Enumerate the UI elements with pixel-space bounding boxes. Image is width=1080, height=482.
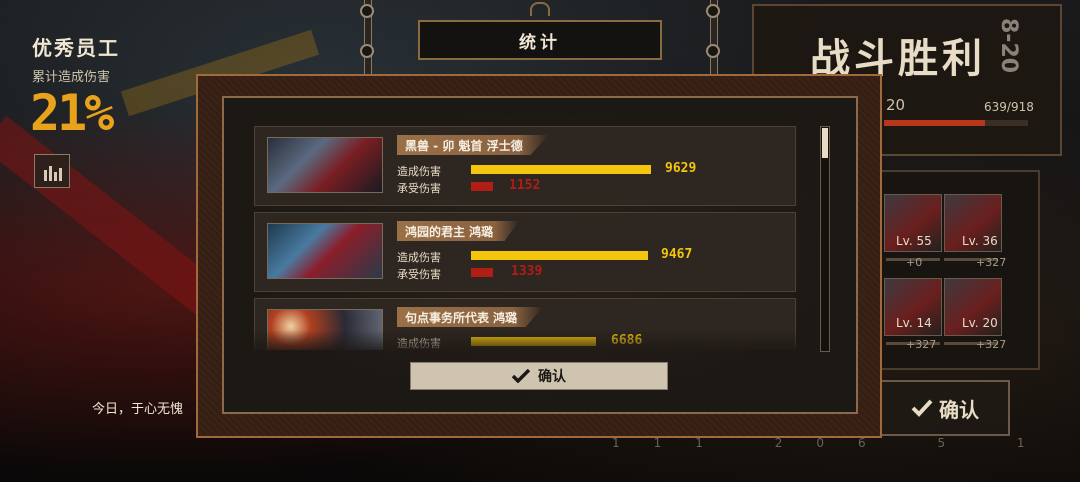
character-name: 黑兽 - 卯 魁首 浮士德: [397, 135, 549, 155]
checkmark-icon: [512, 369, 530, 383]
character-name: 句点事务所代表 鸿璐: [397, 307, 544, 327]
damage-dealt-bar: [471, 165, 651, 174]
scrollbar-thumb[interactable]: [822, 128, 828, 158]
party-member-level: Lv. 14: [896, 316, 932, 330]
employee-subtitle: 累计造成伤害: [32, 70, 111, 85]
dealt-label: 造成伤害: [397, 165, 441, 178]
character-portrait: [267, 137, 383, 193]
dealt-label: 造成伤害: [397, 251, 441, 264]
bar-chart-icon: [44, 166, 62, 181]
stage-number: 8-20: [996, 18, 1021, 74]
player-exp-fill: [884, 120, 985, 126]
damage-dealt-fill: [471, 165, 651, 174]
stats-entry: 鸿园的君主 鸿璐 造成伤害 承受伤害 9467 1339: [254, 212, 796, 292]
damage-dealt-fill: [471, 251, 648, 260]
bottom-stats: 111 206 5 1: [612, 436, 1059, 450]
pole-ring: [706, 4, 720, 18]
party-exp-gain: +327: [976, 256, 1007, 269]
victory-confirm-button[interactable]: 确认: [880, 380, 1010, 436]
party-member-level: Lv. 55: [896, 234, 932, 248]
damage-taken-bar: [471, 182, 493, 191]
pole-ring: [360, 44, 374, 58]
damage-taken-fill: [471, 268, 493, 277]
party-exp-gain: +327: [906, 338, 937, 351]
victory-confirm-label: 确认: [939, 397, 979, 422]
modal-title-plate: 统计: [418, 20, 662, 60]
player-exp: 639/918: [984, 100, 1034, 114]
player-exp-bar: [884, 120, 1028, 126]
stats-list[interactable]: 黑兽 - 卯 魁首 浮士德 造成伤害 承受伤害 9629 1152 鸿园的君主 …: [254, 126, 798, 350]
pole-ring: [706, 44, 720, 58]
taken-label: 承受伤害: [397, 268, 441, 281]
player-level: 20: [886, 96, 906, 114]
character-portrait: [267, 223, 383, 279]
damage-taken-bar: [471, 268, 493, 277]
stats-entry: 黑兽 - 卯 魁首 浮士德 造成伤害 承受伤害 9629 1152: [254, 126, 796, 206]
damage-taken-value: 1339: [511, 264, 543, 279]
damage-taken-fill: [471, 182, 493, 191]
employee-damage-percent: 21%: [30, 84, 114, 142]
modal-title: 统计: [519, 32, 561, 53]
damage-dealt-value: 9629: [665, 161, 697, 176]
checkmark-icon: [911, 399, 933, 417]
stats-scrollbar[interactable]: [820, 126, 830, 352]
title-plate-knob: [530, 2, 550, 16]
party-exp-gain: +0: [906, 256, 923, 269]
stats-button[interactable]: [34, 154, 70, 188]
confirm-label: 确认: [538, 369, 566, 385]
list-fade: [254, 330, 798, 350]
character-quote: 今日，于心无愧: [92, 402, 184, 417]
character-name: 鸿园的君主 鸿璐: [397, 221, 520, 241]
pole-ring: [360, 4, 374, 18]
employee-title: 优秀员工: [32, 36, 120, 60]
party-member-level: Lv. 20: [962, 316, 998, 330]
confirm-button[interactable]: 确认: [410, 362, 668, 390]
modal-hanger-pole: [360, 0, 374, 74]
party-member-level: Lv. 36: [962, 234, 998, 248]
damage-dealt-bar: [471, 251, 648, 260]
modal-hanger-pole: [706, 0, 720, 74]
taken-label: 承受伤害: [397, 182, 441, 195]
damage-taken-value: 1152: [509, 178, 541, 193]
damage-dealt-value: 9467: [661, 247, 693, 262]
party-exp-gain: +327: [976, 338, 1007, 351]
